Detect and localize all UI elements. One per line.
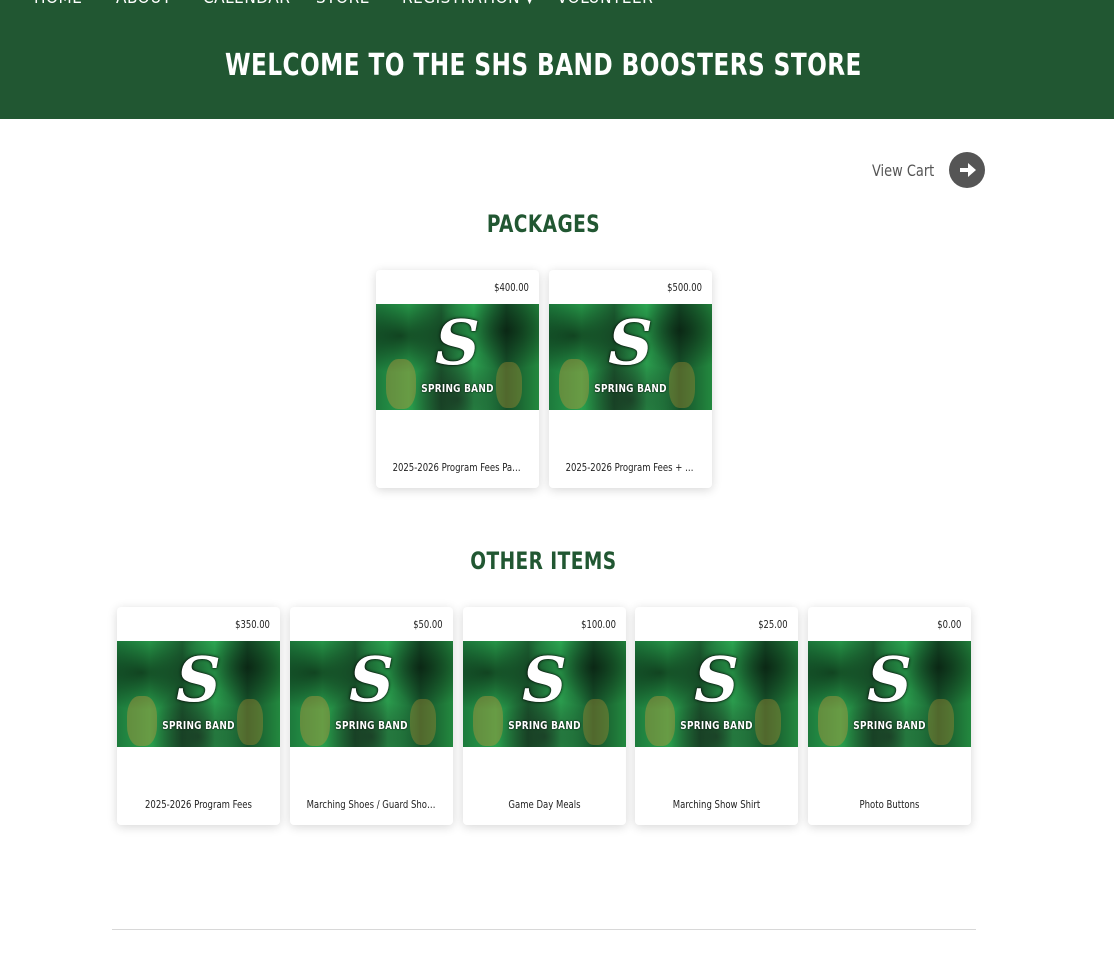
product-image: S SPRING BAND bbox=[549, 304, 712, 410]
nav-about[interactable]: ABOUT bbox=[116, 0, 172, 8]
product-image: S SPRING BAND bbox=[290, 641, 453, 747]
product-price: $400.00 bbox=[494, 281, 529, 294]
product-price: $50.00 bbox=[413, 618, 443, 631]
product-name: Marching Show Shirt bbox=[672, 798, 761, 811]
spring-logo-icon: S bbox=[522, 643, 567, 716]
nav-calendar[interactable]: CALENDAR bbox=[203, 0, 290, 8]
product-price: $350.00 bbox=[235, 618, 270, 631]
spring-logo-icon: S bbox=[694, 643, 739, 716]
product-image: S SPRING BAND bbox=[808, 641, 971, 747]
spring-logo-icon: S bbox=[176, 643, 221, 716]
view-cart-label: View Cart bbox=[872, 160, 935, 180]
product-image: S SPRING BAND bbox=[463, 641, 626, 747]
spring-logo-icon: S bbox=[435, 306, 480, 379]
chevron-down-icon: ▼ bbox=[526, 0, 534, 6]
product-name: Photo Buttons bbox=[859, 798, 920, 811]
spring-logo-icon: S bbox=[608, 306, 653, 379]
product-image: S SPRING BAND bbox=[376, 304, 539, 410]
product-price: $100.00 bbox=[581, 618, 616, 631]
product-image: S SPRING BAND bbox=[635, 641, 798, 747]
product-image-text: SPRING BAND bbox=[421, 382, 494, 395]
nav-home[interactable]: HOME bbox=[34, 0, 82, 8]
product-name: 2025-2026 Program Fees + Gam... bbox=[565, 461, 696, 474]
product-image-text: SPRING BAND bbox=[594, 382, 667, 395]
product-card[interactable]: $350.00 S SPRING BAND 2025-2026 Program … bbox=[117, 607, 280, 825]
product-name: Marching Shoes / Guard Shoes... bbox=[306, 798, 437, 811]
product-image: S SPRING BAND bbox=[117, 641, 280, 747]
nav-volunteer[interactable]: VOLUNTEER bbox=[557, 0, 653, 8]
page-title: WELCOME TO THE SHS BAND BOOSTERS STORE bbox=[225, 48, 862, 83]
product-price: $0.00 bbox=[936, 618, 961, 631]
product-name: 2025-2026 Program Fees bbox=[145, 798, 252, 811]
product-card[interactable]: $400.00 S SPRING BAND 2025-2026 Program … bbox=[376, 270, 539, 488]
nav-store[interactable]: STORE bbox=[316, 0, 370, 8]
nav-registration[interactable]: REGISTRATION ▼ bbox=[402, 0, 534, 8]
product-name: Game Day Meals bbox=[508, 798, 581, 811]
view-cart-link[interactable]: View Cart bbox=[872, 152, 986, 188]
site-header: HOME ABOUT CALENDAR STORE REGISTRATION▼ … bbox=[0, 0, 1114, 119]
product-card[interactable]: $0.00 S SPRING BAND Photo Buttons bbox=[808, 607, 971, 825]
product-image-text: SPRING BAND bbox=[680, 719, 753, 732]
nav-registration-label: REGISTRATION bbox=[402, 0, 520, 8]
product-image-text: SPRING BAND bbox=[853, 719, 926, 732]
product-image-text: SPRING BAND bbox=[162, 719, 235, 732]
spring-logo-icon: S bbox=[867, 643, 912, 716]
product-card[interactable]: $50.00 S SPRING BAND Marching Shoes / Gu… bbox=[290, 607, 453, 825]
packages-heading: PACKAGES bbox=[486, 210, 601, 238]
spring-logo-icon: S bbox=[349, 643, 394, 716]
product-image-text: SPRING BAND bbox=[508, 719, 581, 732]
product-card[interactable]: $100.00 S SPRING BAND Game Day Meals bbox=[463, 607, 626, 825]
footer-divider bbox=[112, 929, 976, 930]
main-nav: HOME ABOUT CALENDAR STORE REGISTRATION▼ … bbox=[0, 0, 1114, 12]
arrow-right-circle-icon bbox=[949, 152, 986, 188]
product-card[interactable]: $25.00 S SPRING BAND Marching Show Shirt bbox=[635, 607, 798, 825]
other-items-heading: OTHER ITEMS bbox=[470, 547, 617, 575]
product-image-text: SPRING BAND bbox=[335, 719, 408, 732]
product-price: $500.00 bbox=[667, 281, 702, 294]
product-name: 2025-2026 Program Fees Packa... bbox=[392, 461, 523, 474]
product-card[interactable]: $500.00 S SPRING BAND 2025-2026 Program … bbox=[549, 270, 712, 488]
product-price: $25.00 bbox=[758, 618, 788, 631]
